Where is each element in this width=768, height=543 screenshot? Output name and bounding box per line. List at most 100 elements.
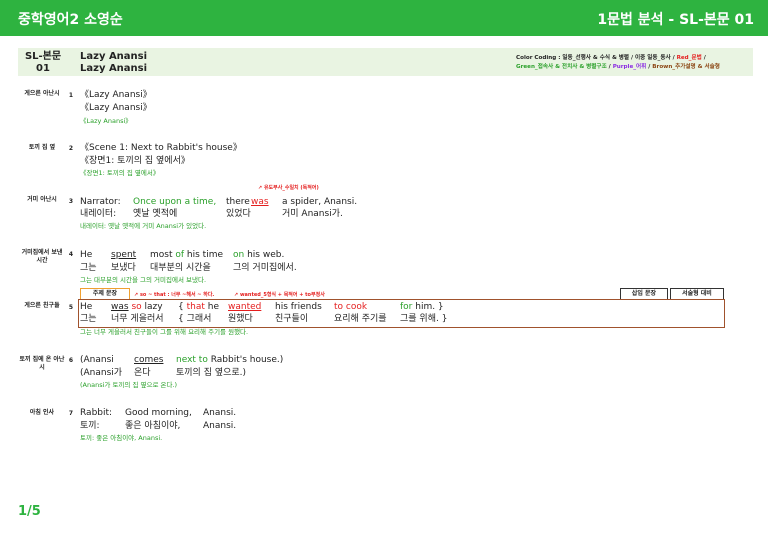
- word-korean: 그를 위해. }: [400, 314, 448, 324]
- sentence-translation: 그는 대부분의 시간을 그의 거미집에서 보냈다.: [80, 276, 207, 284]
- word-korean: 너무 게을러서: [111, 314, 164, 324]
- lesson-code: SL-본문 01: [24, 51, 62, 74]
- word: Once upon a time,: [133, 197, 217, 207]
- word-korean: 그의 거미집에서.: [233, 263, 297, 273]
- word-part: that: [186, 302, 205, 312]
- word-korean: 요리해 주기를: [334, 314, 387, 324]
- sentence-translation: 《Lazy Anansi》: [80, 117, 132, 125]
- legend-prefix: Color Coding : 일동_선행사 & 수식 & 병렬 / 이중 일동_…: [516, 55, 677, 61]
- word-part: of: [175, 250, 185, 260]
- word-part: his time: [184, 250, 223, 260]
- word-korean: 대부분의 시간을: [150, 263, 211, 273]
- word-korean: 원했다: [228, 314, 253, 324]
- word-korean: (Anansi가: [80, 368, 123, 378]
- word: most of his time: [150, 250, 223, 261]
- word: Good morning,: [125, 408, 192, 418]
- word-part: he: [204, 302, 219, 312]
- row-number: 7: [68, 410, 74, 417]
- word: for him. }: [400, 302, 444, 313]
- word-korean: 친구들이: [275, 314, 309, 324]
- grammar-annotation: ↗ 유도부사_수일치 (독적어): [258, 185, 319, 191]
- legend-brown: Brown_추가설명 & 서술형: [652, 64, 720, 70]
- word: spent: [111, 250, 137, 260]
- sentence-korean: 《Lazy Anansi》: [80, 103, 152, 113]
- word: was so lazy: [111, 302, 163, 313]
- word-part: Rabbit's house.): [207, 355, 284, 365]
- row-number: 6: [68, 357, 74, 364]
- analysis-title: 1문법 분석 - SL-본문 01: [597, 12, 754, 28]
- row-label: 거미집에서 보낸 시간: [21, 249, 63, 264]
- word-korean: 옛날 옛적에: [133, 209, 178, 219]
- annotation-text: 유도부사_수일치 (독적어): [263, 185, 319, 191]
- word-part: next to: [176, 355, 208, 365]
- word-korean: 있었다: [226, 209, 251, 219]
- annotation-text: wanted_5형식 + 목적어 + to부정사: [239, 292, 325, 298]
- top-header-bar: 중학영어2 소영순 1문법 분석 - SL-본문 01: [0, 0, 768, 36]
- word: { that he: [178, 302, 219, 313]
- row-label: 거미 아난시: [27, 196, 57, 203]
- row-number: 3: [68, 198, 74, 205]
- word-part: him. }: [412, 302, 444, 312]
- word-korean: 좋은 아침이야,: [125, 421, 181, 431]
- lesson-info-bar: SL-본문 01 Lazy Anansi Lazy Anansi Color C…: [18, 48, 753, 76]
- lesson-title: Lazy Anansi Lazy Anansi: [80, 51, 148, 74]
- word-part: his web.: [244, 250, 285, 260]
- word: next to Rabbit's house.): [176, 355, 283, 366]
- sentence-english: 《Lazy Anansi》: [80, 90, 152, 100]
- word-korean: 보냈다: [111, 263, 136, 273]
- word-korean: 내레이터:: [80, 209, 117, 219]
- word: there: [226, 197, 250, 207]
- legend-green: Green_접속사 & 전치사 & 병렬구조: [516, 64, 607, 70]
- word: was: [251, 197, 269, 207]
- word-korean: 토끼:: [80, 421, 100, 431]
- annotation-text: so ~ that : 너무 ~해서 ~ 하다.: [139, 292, 215, 298]
- row-label: 아침 인사: [29, 409, 55, 416]
- word: Narrator:: [80, 197, 121, 207]
- word: He: [80, 250, 93, 260]
- book-title: 중학영어2 소영순: [18, 12, 123, 28]
- row-label: 토끼 집에 온 아난시: [19, 356, 65, 371]
- sentence-english: 《Scene 1: Next to Rabbit's house》: [80, 143, 242, 153]
- word: a spider, Anansi.: [282, 197, 358, 207]
- word: Rabbit:: [80, 408, 113, 418]
- word: to cook: [334, 302, 368, 312]
- legend-sep: /: [701, 55, 706, 61]
- grammar-annotation: ↗ wanted_5형식 + 목적어 + to부정사: [234, 292, 325, 298]
- row-number: 1: [68, 92, 74, 99]
- sentence-korean: 《장면1: 토끼의 집 옆에서》: [80, 156, 190, 166]
- word: (Anansi: [80, 355, 114, 365]
- legend-red: Red_문법: [676, 55, 702, 61]
- row-number: 2: [68, 145, 74, 152]
- word-part: {: [178, 302, 187, 312]
- word: his friends: [275, 302, 322, 312]
- word: Anansi.: [203, 408, 237, 418]
- word-korean: 그는: [80, 314, 97, 324]
- sentence-translation: (Anansi가 토끼의 집 옆으로 온다.): [80, 381, 178, 389]
- word-korean: Anansi.: [203, 421, 237, 431]
- sentence-translation: 《장면1: 토끼의 집 옆에서》: [80, 169, 160, 177]
- word-korean: { 그래서: [178, 314, 212, 324]
- word-part: was: [111, 302, 129, 312]
- word-korean: 온다: [134, 368, 151, 378]
- row-label: 게으른 아난시: [24, 90, 60, 97]
- word-part: on: [233, 250, 245, 260]
- word-part: lazy: [141, 302, 163, 312]
- page-number: 1/5: [18, 504, 41, 519]
- color-coding-legend: Color Coding : 일동_선행사 & 수식 & 병렬 / 이중 일동_…: [516, 54, 720, 72]
- word-korean: 그는: [80, 263, 97, 273]
- word: comes: [134, 355, 164, 365]
- row-number: 4: [68, 251, 74, 258]
- word-part: for: [400, 302, 413, 312]
- word-part: so: [128, 302, 142, 312]
- sentence-translation: 그는 너무 게을러서 친구들이 그를 위해 요리해 주기를 원했다.: [80, 328, 249, 336]
- legend-purple: Purple_어휘: [612, 64, 647, 70]
- sentence-translation: 내레이터: 옛날 옛적에 거미 Anansi가 있었다.: [80, 222, 207, 230]
- grammar-annotation: ↗ so ~ that : 너무 ~해서 ~ 하다.: [134, 292, 215, 298]
- word-part: most: [150, 250, 176, 260]
- word: on his web.: [233, 250, 284, 261]
- sentence-translation: 토끼: 좋은 아침이야, Anansi.: [80, 434, 163, 442]
- word-korean: 토끼의 집 옆으로.): [176, 368, 247, 378]
- row-number: 5: [68, 304, 74, 311]
- row-label: 게으른 친구들: [24, 302, 60, 309]
- word-korean: 거미 Anansi가.: [282, 209, 343, 219]
